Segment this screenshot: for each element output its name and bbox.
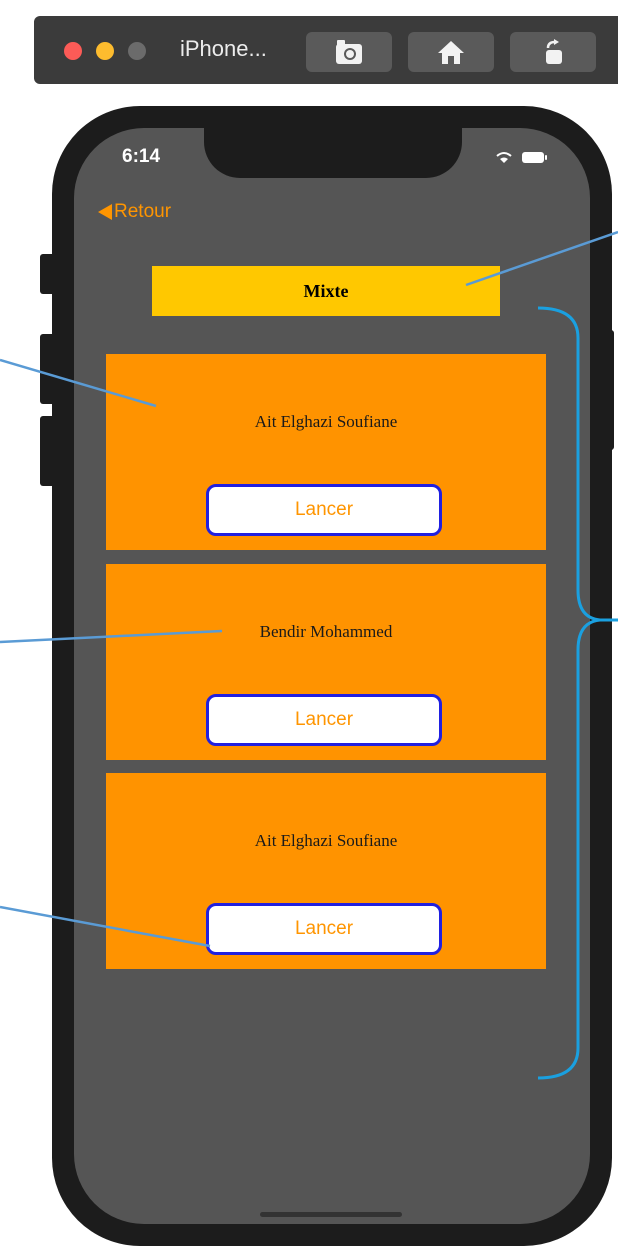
callout-line-button [0,905,211,948]
annotation-overlay [0,230,618,1080]
callout-line-title [465,230,618,287]
list-bracket [537,306,618,1080]
callout-line-card [0,358,157,408]
callout-line-name [0,629,223,644]
